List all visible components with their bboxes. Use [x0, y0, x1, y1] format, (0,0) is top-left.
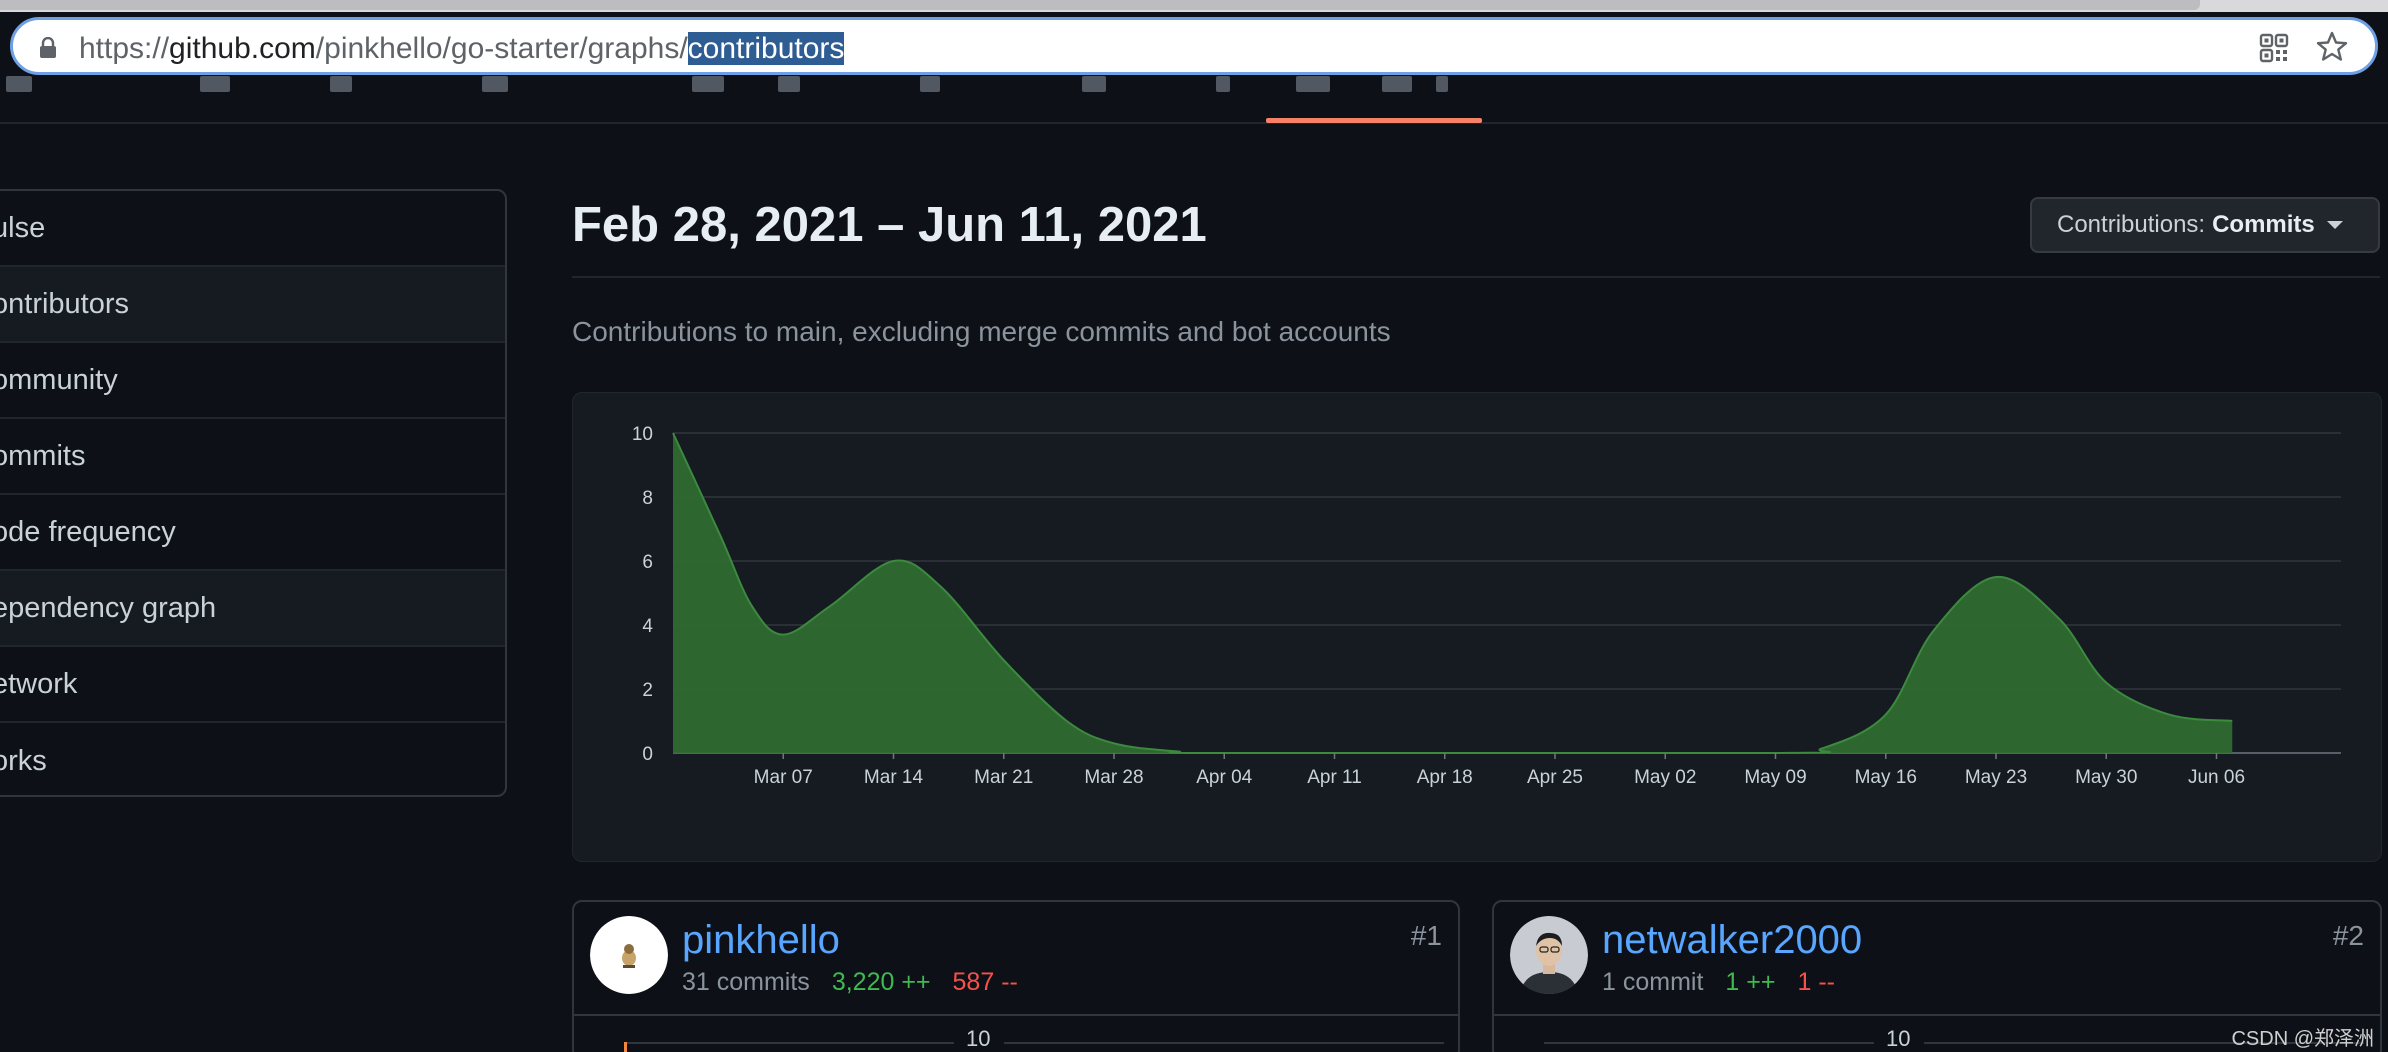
- avatar[interactable]: [1510, 916, 1588, 994]
- x-tick-label: Mar 21: [974, 767, 1033, 788]
- contributions-subtitle: Contributions to main, excluding merge c…: [572, 316, 1391, 347]
- x-tick-label: May 30: [2075, 767, 2137, 788]
- avatar-image: [590, 916, 668, 994]
- contributions-label: Contributions:: [2057, 211, 2206, 238]
- contributor-rank: #2: [2332, 920, 2364, 951]
- contributions-type-dropdown[interactable]: Contributions: Commits: [2030, 197, 2380, 253]
- x-tick-label: May 09: [1744, 767, 1806, 788]
- repo-nav-tab-fragment[interactable]: [1216, 76, 1230, 92]
- sidebar-item-label: orks: [0, 744, 47, 777]
- additions-count: 1 ++: [1725, 968, 1776, 996]
- deletions-count: 587 --: [952, 968, 1018, 996]
- address-bar[interactable]: https://github.com/pinkhello/go-starter/…: [10, 17, 2378, 75]
- deletions-count: 1 --: [1797, 968, 1835, 996]
- sidebar-item-label: ependency graph: [0, 591, 217, 624]
- sidebar-item-code-frequency[interactable]: ode frequency: [0, 495, 505, 571]
- card-divider: [1494, 1014, 2380, 1016]
- url-host: github.com: [169, 32, 316, 65]
- insights-sidebar: ulse ontributors ommunity ommits ode fre…: [0, 189, 507, 797]
- contributions-value: Commits: [2212, 211, 2315, 238]
- commit-count-link[interactable]: 1 commit: [1602, 968, 1703, 996]
- contributor-rank: #1: [1410, 920, 1442, 951]
- repo-nav-tab-fragment[interactable]: [482, 76, 508, 92]
- mini-chart-tick-label: 10: [966, 1026, 991, 1051]
- date-range-title: Feb 28, 2021 – Jun 11, 2021: [572, 198, 1207, 252]
- lock-icon: [40, 37, 56, 58]
- repo-nav-tab-fragment[interactable]: [330, 76, 352, 92]
- y-tick-label: 6: [642, 552, 653, 573]
- repo-nav-tab-fragment[interactable]: [1436, 76, 1448, 92]
- sidebar-item-dependency-graph[interactable]: ependency graph: [0, 571, 505, 647]
- y-tick-label: 10: [632, 424, 653, 445]
- x-tick-label: Apr 18: [1417, 767, 1473, 788]
- qr-code-icon[interactable]: [2259, 33, 2289, 63]
- x-tick-label: Mar 14: [864, 767, 924, 788]
- x-tick-label: Apr 04: [1196, 767, 1252, 788]
- mini-chart-gridline: [1004, 1042, 1444, 1044]
- x-tick-label: Jun 06: [2188, 767, 2245, 788]
- contributor-card: pinkhello 31 commits 3,220 ++ 587 -- #1 10: [572, 900, 1460, 1052]
- x-tick-label: Mar 28: [1084, 767, 1143, 788]
- repo-nav-tab-fragment[interactable]: [1082, 76, 1106, 92]
- x-tick-label: May 16: [1855, 767, 1917, 788]
- repo-nav-tab-fragment[interactable]: [1296, 76, 1330, 92]
- sidebar-item-label: ulse: [0, 211, 46, 244]
- x-tick-label: May 23: [1965, 767, 2027, 788]
- x-tick-label: Mar 07: [754, 767, 813, 788]
- header-divider: [572, 276, 2380, 278]
- contributions-area-chart: 0 2 4 6 8 10 Mar 07 Mar 14 Mar 21 Mar 28 Apr 04 Apr…: [632, 424, 2341, 788]
- repo-nav: [0, 76, 2388, 124]
- x-tick-label: Apr 11: [1307, 767, 1362, 788]
- sidebar-item-label: ode frequency: [0, 515, 176, 548]
- repo-nav-tab-fragment[interactable]: [920, 76, 940, 92]
- sidebar-item-forks[interactable]: orks: [0, 723, 505, 795]
- additions-count: 3,220 ++: [831, 968, 931, 996]
- series-area: [673, 433, 2233, 753]
- mini-chart-tick-label: 10: [1886, 1026, 1911, 1051]
- commit-count-link[interactable]: 31 commits: [682, 968, 810, 996]
- watermark: CSDN @郑泽洲: [2231, 1028, 2374, 1050]
- y-tick-label: 4: [642, 616, 653, 637]
- x-tick-label: Apr 25: [1527, 767, 1583, 788]
- mini-chart-gridline: [1544, 1042, 1874, 1044]
- url-scheme: https://: [79, 32, 170, 65]
- sidebar-item-label: ommunity: [0, 363, 118, 396]
- browser-top-strip: [0, 0, 2388, 12]
- url-selected-segment: contributors: [687, 32, 845, 65]
- sidebar-item-commits[interactable]: ommits: [0, 419, 505, 495]
- contributions-chart: 0 2 4 6 8 10 Mar 07 Mar 14 Mar 21 Mar 28 Apr 04 Apr…: [572, 392, 2382, 862]
- sidebar-item-label: etwork: [0, 667, 78, 700]
- mini-chart-mark: [624, 1042, 627, 1052]
- caret-down-icon: [2326, 221, 2343, 229]
- sidebar-item-pulse[interactable]: ulse: [0, 191, 505, 267]
- y-tick-label: 0: [642, 744, 653, 765]
- contributor-stats: 31 commits 3,220 ++ 587 --: [682, 968, 1018, 997]
- insights-tab-underline: [1266, 118, 1482, 123]
- y-tick-label: 2: [642, 680, 653, 701]
- contributor-username[interactable]: netwalker2000: [1602, 918, 1862, 963]
- url-text[interactable]: https://github.com/pinkhello/go-starter/…: [79, 32, 845, 66]
- repo-nav-tab-fragment[interactable]: [1382, 76, 1412, 92]
- repo-nav-tab-fragment[interactable]: [778, 76, 800, 92]
- mini-chart-gridline: [624, 1042, 954, 1044]
- sidebar-item-network[interactable]: etwork: [0, 647, 505, 723]
- sidebar-item-label: ommits: [0, 439, 86, 472]
- avatar[interactable]: [590, 916, 668, 994]
- avatar-image: [1510, 916, 1588, 994]
- sidebar-item-contributors[interactable]: ontributors: [0, 267, 505, 343]
- contributor-stats: 1 commit 1 ++ 1 --: [1602, 968, 1835, 997]
- x-tick-label: May 02: [1634, 767, 1696, 788]
- card-divider: [574, 1014, 1458, 1016]
- sidebar-item-community[interactable]: ommunity: [0, 343, 505, 419]
- url-path: /pinkhello/go-starter/graphs/: [315, 32, 688, 65]
- sidebar-item-label: ontributors: [0, 287, 130, 320]
- y-tick-label: 8: [642, 488, 653, 509]
- repo-nav-tab-fragment[interactable]: [692, 76, 724, 92]
- contributor-username[interactable]: pinkhello: [682, 918, 840, 963]
- bookmark-star-icon[interactable]: [2315, 30, 2349, 64]
- repo-nav-tab-fragment[interactable]: [6, 76, 32, 92]
- horizontal-scrollbar-thumb[interactable]: [0, 0, 2200, 10]
- repo-nav-tab-fragment[interactable]: [200, 76, 230, 92]
